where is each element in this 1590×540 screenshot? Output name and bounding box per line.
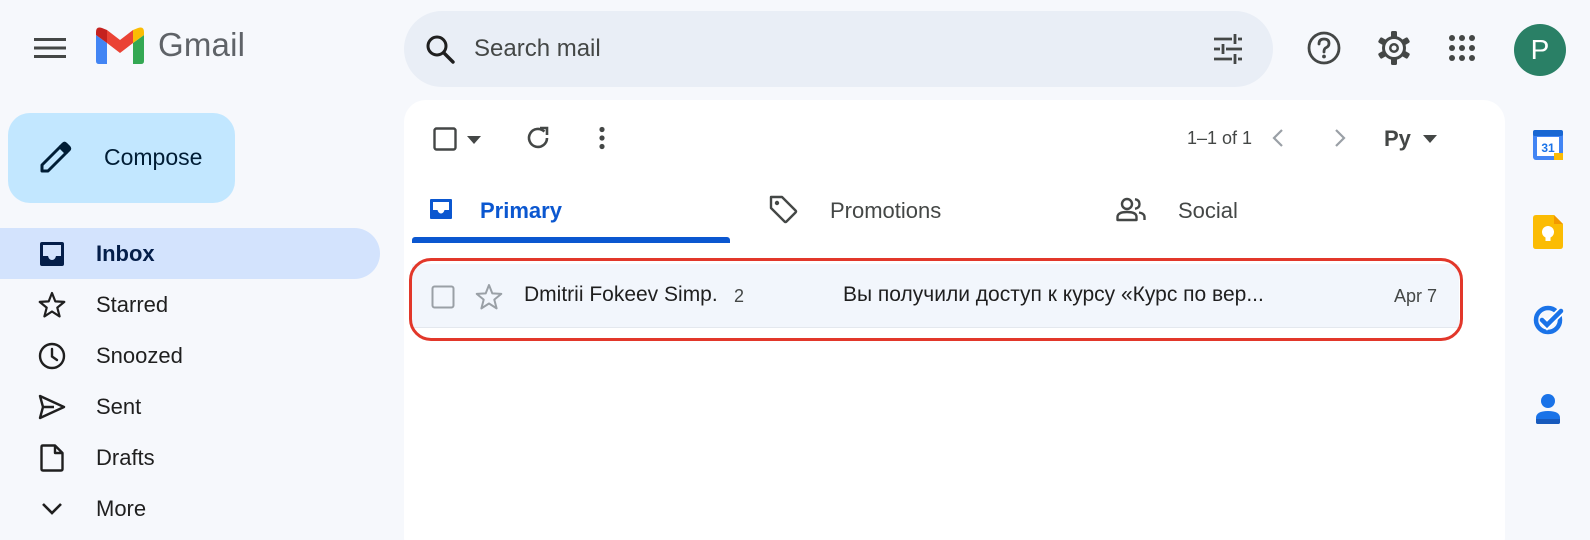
main-menu-button[interactable] xyxy=(26,24,74,72)
calendar-icon[interactable]: 31 xyxy=(1530,126,1566,162)
chevron-right-icon[interactable] xyxy=(1324,122,1356,154)
sidebar-item-label: Inbox xyxy=(96,240,155,266)
input-language-selector[interactable]: Ру xyxy=(1384,122,1437,156)
app-name: Gmail xyxy=(158,26,246,63)
sidebar-item-inbox[interactable]: Inbox xyxy=(0,228,380,279)
chevron-left-icon[interactable] xyxy=(1262,122,1294,154)
calendar-day-number: 31 xyxy=(1541,141,1555,155)
contacts-icon[interactable] xyxy=(1530,390,1566,426)
google-apps-icon[interactable] xyxy=(1440,26,1484,70)
select-dropdown-icon[interactable] xyxy=(462,128,486,152)
tab-label: Social xyxy=(1178,198,1238,223)
caret-down-icon xyxy=(1422,135,1437,143)
gmail-logo[interactable]: Gmail xyxy=(96,26,245,64)
select-all-checkbox[interactable] xyxy=(432,126,458,152)
compose-button[interactable]: Compose xyxy=(8,113,235,203)
tab-promotions[interactable]: Promotions xyxy=(750,178,1090,242)
help-icon[interactable] xyxy=(1302,26,1346,70)
gmail-m-icon xyxy=(96,26,144,64)
star-icon xyxy=(38,291,66,319)
sidebar-item-snoozed[interactable]: Snoozed xyxy=(0,330,380,381)
search-bar[interactable] xyxy=(404,11,1273,87)
pagination-label: 1–1 of 1 xyxy=(1186,128,1252,148)
people-icon xyxy=(1116,194,1146,224)
tab-label: Primary xyxy=(480,198,562,223)
chevron-down-icon xyxy=(38,495,66,523)
sidebar-item-starred[interactable]: Starred xyxy=(0,279,380,330)
compose-label: Compose xyxy=(104,144,203,170)
refresh-icon[interactable] xyxy=(522,122,554,154)
send-icon xyxy=(38,393,66,421)
search-icon[interactable] xyxy=(422,31,458,67)
search-options-icon[interactable] xyxy=(1210,31,1246,67)
account-avatar[interactable]: P xyxy=(1514,24,1566,76)
sidebar-item-label: Drafts xyxy=(96,444,155,470)
tab-social[interactable]: Social xyxy=(1098,178,1438,242)
input-language-label: Ру xyxy=(1384,126,1411,151)
sidebar-item-label: Snoozed xyxy=(96,342,183,368)
gear-icon[interactable] xyxy=(1372,26,1416,70)
tab-primary[interactable]: Primary xyxy=(404,178,744,243)
tasks-icon[interactable] xyxy=(1530,302,1566,338)
more-vertical-icon[interactable] xyxy=(586,122,618,154)
pencil-icon xyxy=(38,141,72,175)
keep-icon[interactable] xyxy=(1530,214,1566,250)
sidebar-item-label: Starred xyxy=(96,291,169,317)
sidebar-item-more[interactable]: More xyxy=(0,483,380,534)
highlight-annotation xyxy=(409,258,1463,341)
sidebar-item-label: More xyxy=(96,495,147,521)
sidebar-item-drafts[interactable]: Drafts xyxy=(0,432,380,483)
sidebar-nav: Inbox Starred Snoozed Sent Drafts More xyxy=(0,228,380,534)
search-input[interactable] xyxy=(474,29,1174,69)
sidebar-item-label: Sent xyxy=(96,393,142,419)
active-tab-indicator xyxy=(412,237,730,243)
draft-icon xyxy=(38,444,66,472)
inbox-tab-icon xyxy=(426,194,456,224)
inbox-icon xyxy=(38,240,66,268)
sidebar-item-sent[interactable]: Sent xyxy=(0,381,380,432)
tab-label: Promotions xyxy=(830,198,942,223)
tag-icon xyxy=(768,194,798,224)
clock-icon xyxy=(38,342,66,370)
